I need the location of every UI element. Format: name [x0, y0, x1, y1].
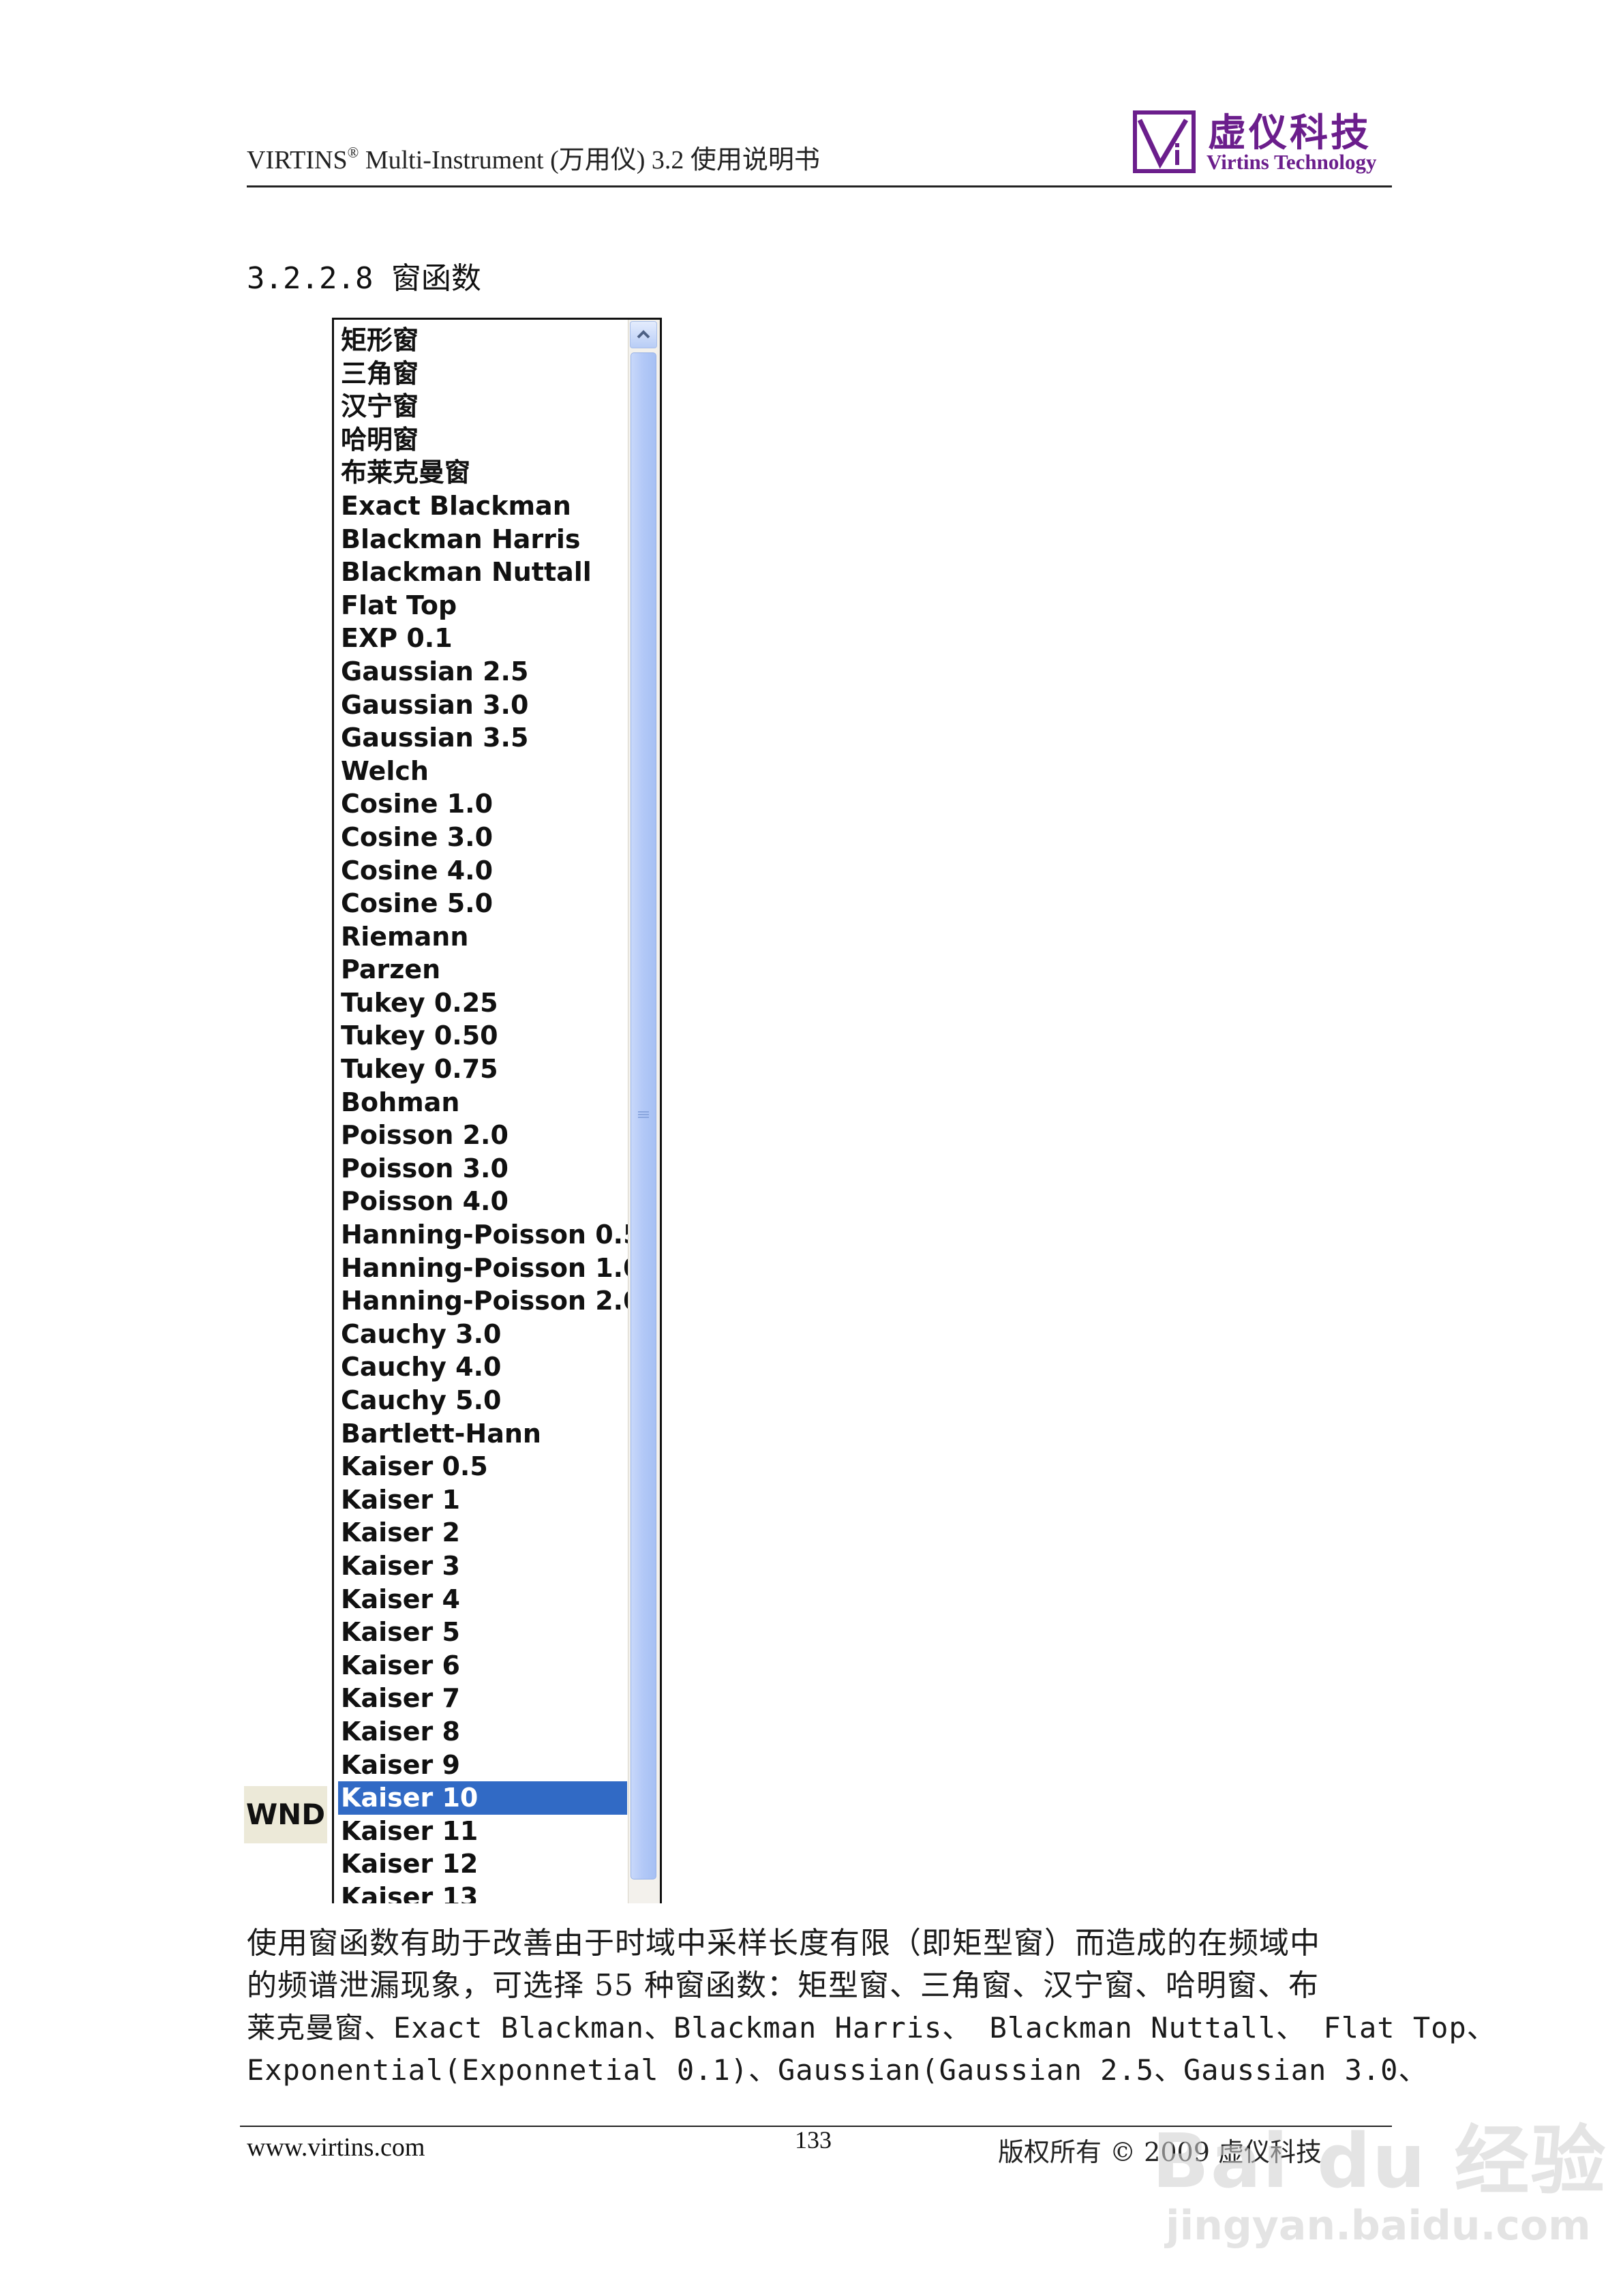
- grip-icon: [638, 1111, 649, 1121]
- list-item[interactable]: Blackman Nuttall: [338, 556, 627, 589]
- list-item-selected[interactable]: Kaiser 10: [338, 1781, 627, 1815]
- list-item[interactable]: EXP 0.1: [338, 622, 627, 655]
- list-item[interactable]: Kaiser 11: [338, 1815, 627, 1848]
- section-heading: 3.2.2.8 窗函数: [247, 261, 481, 296]
- list-item[interactable]: 汉宁窗: [338, 390, 627, 423]
- list-item[interactable]: Cauchy 3.0: [338, 1318, 627, 1351]
- list-item[interactable]: Cosine 3.0: [338, 821, 627, 854]
- list-item[interactable]: Welch: [338, 755, 627, 788]
- list-item[interactable]: Poisson 3.0: [338, 1152, 627, 1185]
- list-item[interactable]: Gaussian 3.5: [338, 721, 627, 755]
- body-paragraph: 使用窗函数有助于改善由于时域中采样长度有限（即矩型窗）而造成的在频域中 的频谱泄…: [247, 1922, 1496, 2091]
- watermark-url: jingyan.baidu.com: [1166, 2202, 1591, 2250]
- list-item[interactable]: Cosine 1.0: [338, 787, 627, 821]
- list-item[interactable]: Kaiser 13: [338, 1881, 627, 1903]
- page-number: 133: [795, 2126, 832, 2154]
- list-item[interactable]: 哈明窗: [338, 423, 627, 457]
- title-rest: Multi-Instrument (万用仪) 3.2 使用说明书: [359, 146, 820, 175]
- baidu-jingyan-watermark: Bai du 经验 jingyan.baidu.com: [1152, 2100, 1605, 2263]
- list-item[interactable]: Kaiser 2: [338, 1516, 627, 1550]
- scroll-thumb[interactable]: [631, 352, 656, 1879]
- title-brand: VIRTINS: [247, 146, 348, 175]
- list-item[interactable]: Riemann: [338, 920, 627, 954]
- list-item[interactable]: Kaiser 3: [338, 1550, 627, 1583]
- list-item[interactable]: Cauchy 4.0: [338, 1350, 627, 1384]
- body-line: 使用窗函数有助于改善由于时域中采样长度有限（即矩型窗）而造成的在频域中: [247, 1926, 1320, 1961]
- watermark-main-text: Bai du 经验: [1152, 2117, 1607, 2205]
- window-function-options: 矩形窗 三角窗 汉宁窗 哈明窗 布莱克曼窗 Exact Blackman Blackman …: [338, 324, 641, 1903]
- virtins-logo-icon: [1133, 110, 1196, 173]
- list-item[interactable]: Poisson 2.0: [338, 1119, 627, 1152]
- list-item[interactable]: Hanning-Poisson 1.0: [338, 1252, 641, 1285]
- body-line: 的频谱泄漏现象，可选择 55 种窗函数：矩型窗、三角窗、汉宁窗、哈明窗、布: [247, 1968, 1319, 2003]
- list-item[interactable]: Hanning-Poisson 2.0: [338, 1284, 641, 1318]
- list-item[interactable]: Cosine 4.0: [338, 854, 627, 888]
- list-item[interactable]: Gaussian 3.0: [338, 689, 627, 722]
- header-divider: [247, 185, 1392, 187]
- list-item[interactable]: Kaiser 6: [338, 1649, 627, 1682]
- body-line: 莱克曼窗、Exact Blackman、Blackman Harris、 Bla…: [247, 2011, 1496, 2044]
- window-function-dropdown-list[interactable]: 矩形窗 三角窗 汉宁窗 哈明窗 布莱克曼窗 Exact Blackman Blackman …: [332, 318, 662, 1903]
- page-header: VIRTINS® Multi-Instrument (万用仪) 3.2 使用说明…: [247, 102, 1392, 188]
- list-item[interactable]: Kaiser 5: [338, 1616, 627, 1649]
- list-item[interactable]: Hanning-Poisson 0.5: [338, 1218, 641, 1252]
- logo-english-name: Virtins Technology: [1207, 150, 1377, 174]
- list-item[interactable]: Cauchy 5.0: [338, 1384, 627, 1417]
- list-item[interactable]: Bohman: [338, 1086, 627, 1119]
- list-item[interactable]: 三角窗: [338, 357, 627, 391]
- window-function-label: WND: [244, 1786, 327, 1843]
- body-line: Exponential(Exponnetial 0.1)、Gaussian(Ga…: [247, 2053, 1428, 2087]
- list-item[interactable]: Kaiser 8: [338, 1715, 627, 1749]
- list-item[interactable]: Kaiser 7: [338, 1682, 627, 1715]
- vertical-scrollbar[interactable]: [628, 320, 660, 1903]
- list-item[interactable]: Kaiser 1: [338, 1483, 627, 1517]
- list-item[interactable]: Tukey 0.25: [338, 986, 627, 1020]
- list-item[interactable]: Flat Top: [338, 589, 627, 622]
- list-item[interactable]: Kaiser 0.5: [338, 1450, 627, 1483]
- list-item[interactable]: Kaiser 9: [338, 1749, 627, 1782]
- list-item[interactable]: Parzen: [338, 953, 627, 986]
- list-item[interactable]: Exact Blackman: [338, 489, 627, 523]
- list-item[interactable]: Bartlett-Hann: [338, 1417, 627, 1451]
- logo-chinese-name: 虚仪科技: [1208, 111, 1371, 155]
- list-item[interactable]: Gaussian 2.5: [338, 655, 627, 689]
- scroll-up-button[interactable]: [630, 321, 657, 348]
- list-item[interactable]: Kaiser 4: [338, 1583, 627, 1616]
- list-item[interactable]: Blackman Harris: [338, 523, 627, 556]
- registered-mark: ®: [347, 144, 359, 161]
- chevron-up-icon: [637, 330, 650, 339]
- list-item[interactable]: 布莱克曼窗: [338, 456, 627, 489]
- list-item[interactable]: 矩形窗: [338, 324, 627, 357]
- document-title: VIRTINS® Multi-Instrument (万用仪) 3.2 使用说明…: [247, 138, 820, 176]
- list-item[interactable]: Poisson 4.0: [338, 1185, 627, 1218]
- list-item[interactable]: Kaiser 12: [338, 1847, 627, 1881]
- footer-url: www.virtins.com: [247, 2133, 425, 2162]
- list-item[interactable]: Tukey 0.75: [338, 1053, 627, 1086]
- list-item[interactable]: Cosine 5.0: [338, 887, 627, 920]
- list-item[interactable]: Tukey 0.50: [338, 1019, 627, 1053]
